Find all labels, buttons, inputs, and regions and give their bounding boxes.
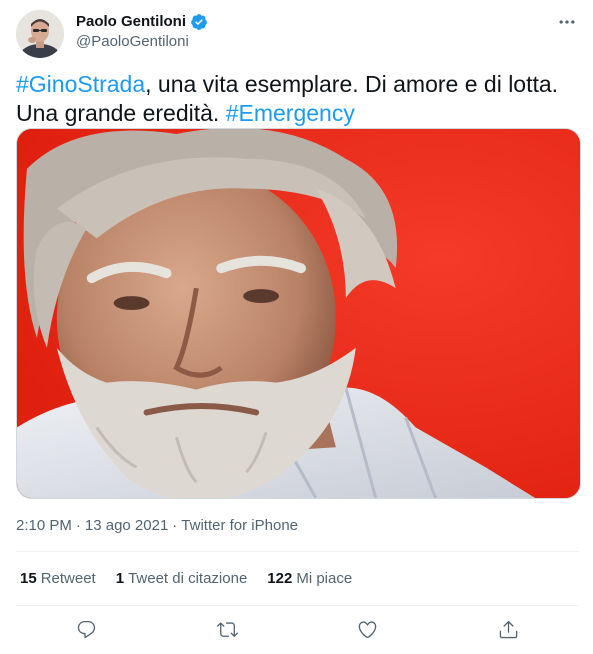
retweets-stat[interactable]: 15 Retweet	[20, 569, 96, 589]
more-button[interactable]	[555, 12, 579, 32]
tweet-photo[interactable]	[16, 128, 581, 499]
retweets-label: Retweet	[40, 570, 96, 587]
verified-badge-icon	[191, 14, 207, 30]
share-button[interactable]	[492, 614, 526, 644]
divider	[16, 605, 579, 606]
tweet-actions	[16, 614, 579, 644]
tweet-stats: 15 Retweet 1 Tweet di citazione 122 Mi piac…	[20, 569, 352, 589]
retweet-button[interactable]	[210, 614, 244, 644]
tweet-meta: 2:10 PM · 13 ago 2021 · Twitter for iPho…	[16, 516, 298, 536]
more-icon	[559, 20, 575, 24]
hashtag-emergency[interactable]: #Emergency	[226, 100, 355, 126]
tweet-date[interactable]: 13 ago 2021	[85, 516, 168, 536]
reply-button[interactable]	[69, 614, 103, 644]
meta-separator: ·	[75, 517, 81, 534]
portrait-illustration	[17, 129, 580, 498]
heart-icon	[359, 620, 377, 638]
author-name[interactable]: Paolo Gentiloni	[76, 12, 208, 32]
likes-count: 122	[267, 570, 293, 587]
tweet-card: Paolo Gentiloni @PaoloGentiloni #GinoStr…	[0, 0, 593, 654]
quotes-label: Tweet di citazione	[128, 570, 248, 587]
likes-label: Mi piace	[296, 570, 353, 587]
likes-stat[interactable]: 122 Mi piace	[267, 569, 352, 589]
quotes-count: 1	[115, 570, 125, 587]
meta-separator: ·	[172, 517, 178, 534]
retweet-icon	[216, 621, 238, 637]
retweets-count: 15	[20, 570, 37, 587]
tweet-time[interactable]: 2:10 PM	[16, 516, 72, 536]
quotes-stat[interactable]: 1 Tweet di citazione	[116, 569, 248, 589]
like-button[interactable]	[351, 614, 385, 644]
share-icon	[499, 620, 518, 638]
avatar[interactable]	[16, 10, 64, 58]
tweet-text: #GinoStrada, una vita esemplare. Di amor…	[16, 70, 576, 128]
divider	[16, 551, 579, 552]
author-name-text[interactable]: Paolo Gentiloni	[76, 12, 186, 32]
hashtag-ginostrada[interactable]: #GinoStrada	[16, 71, 145, 97]
reply-icon	[77, 620, 95, 638]
tweet-source[interactable]: Twitter for iPhone	[181, 516, 298, 536]
author-handle[interactable]: @PaoloGentiloni	[76, 32, 189, 52]
